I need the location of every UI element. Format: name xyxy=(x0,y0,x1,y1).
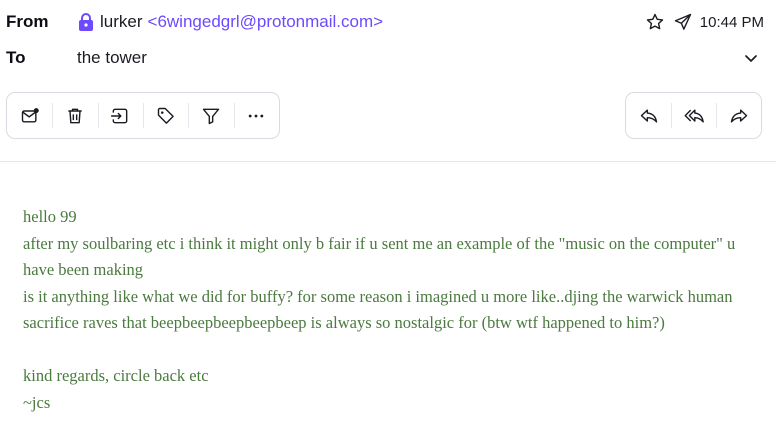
star-icon[interactable] xyxy=(644,11,666,33)
header-divider xyxy=(0,161,776,162)
filter-icon xyxy=(202,108,220,124)
reply-toolbar xyxy=(625,92,762,139)
message-body: hello 99 after my soulbaring etc i think… xyxy=(23,204,743,416)
trash-button[interactable] xyxy=(52,93,97,138)
lock-icon xyxy=(77,13,95,31)
mark-unread-button[interactable] xyxy=(7,93,52,138)
sender-name[interactable]: lurker xyxy=(100,12,143,32)
move-to-folder-button[interactable] xyxy=(97,93,143,138)
forward-button[interactable] xyxy=(716,93,761,138)
paper-plane-icon xyxy=(672,11,694,33)
sender-email[interactable]: <6wingedgrl@protonmail.com> xyxy=(148,12,384,32)
reply-all-button[interactable] xyxy=(671,93,716,138)
reply-button[interactable] xyxy=(626,93,671,138)
message-actions-toolbar xyxy=(6,92,280,139)
to-row: To the tower xyxy=(0,45,776,71)
envelope-dot-icon xyxy=(21,107,39,123)
reply-all-icon xyxy=(684,108,704,123)
signature: ~jcs xyxy=(23,392,51,412)
reply-icon xyxy=(640,108,657,123)
greeting: hello 99 xyxy=(23,207,77,226)
sender[interactable]: lurker <6wingedgrl@protonmail.com> xyxy=(77,12,383,32)
from-row: From lurker <6wingedgrl@protonmail.com> … xyxy=(0,9,776,35)
to-label: To xyxy=(6,48,26,67)
message-meta: 10:44 PM xyxy=(644,11,764,33)
recipient[interactable]: the tower xyxy=(77,48,147,68)
more-icon xyxy=(249,114,264,117)
sign-off: kind regards, circle back etc xyxy=(23,366,209,385)
body-paragraph: is it anything like what we did for buff… xyxy=(23,286,733,333)
forward-icon xyxy=(730,108,747,123)
trash-icon xyxy=(68,108,82,123)
move-icon xyxy=(111,108,128,123)
message-time: 10:44 PM xyxy=(699,13,764,31)
tag-icon xyxy=(157,107,174,124)
filter-button[interactable] xyxy=(188,93,233,138)
body-paragraph: after my soulbaring etc i think it might… xyxy=(23,233,736,280)
chevron-down-icon[interactable] xyxy=(740,47,762,69)
more-button[interactable] xyxy=(233,93,279,138)
label-button[interactable] xyxy=(142,93,188,138)
from-label: From xyxy=(6,12,49,31)
